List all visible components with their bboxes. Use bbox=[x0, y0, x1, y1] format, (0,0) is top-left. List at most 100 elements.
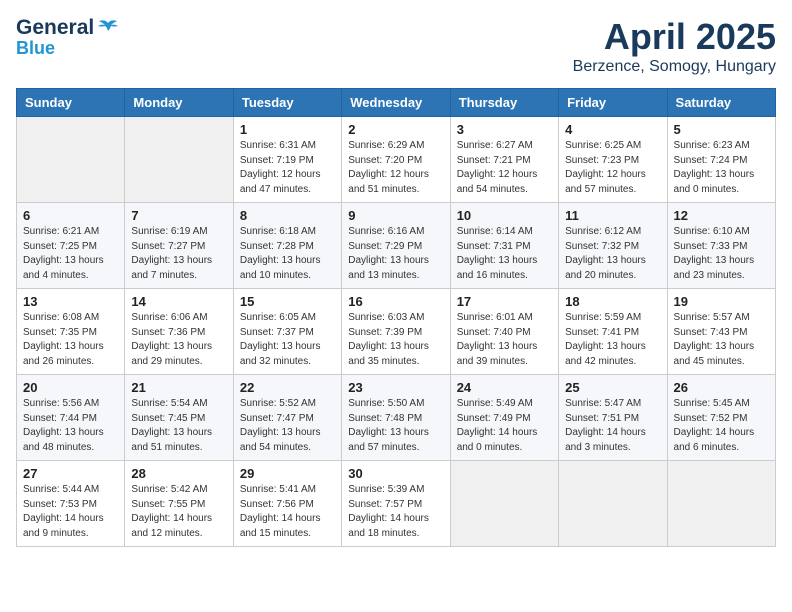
day-info: Sunrise: 6:25 AM Sunset: 7:23 PM Dayligh… bbox=[565, 139, 660, 197]
day-info: Sunrise: 6:31 AM Sunset: 7:19 PM Dayligh… bbox=[240, 139, 335, 197]
day-number: 4 bbox=[565, 122, 660, 137]
calendar-week-4: 20 Sunrise: 5:56 AM Sunset: 7:44 PM Dayli… bbox=[17, 375, 776, 461]
day-number: 24 bbox=[457, 380, 552, 395]
day-info: Sunrise: 6:10 AM Sunset: 7:33 PM Dayligh… bbox=[674, 225, 769, 283]
day-info: Sunrise: 5:42 AM Sunset: 7:55 PM Dayligh… bbox=[131, 483, 226, 541]
day-info: Sunrise: 6:03 AM Sunset: 7:39 PM Dayligh… bbox=[348, 311, 443, 369]
day-number: 9 bbox=[348, 208, 443, 223]
day-info: Sunrise: 6:18 AM Sunset: 7:28 PM Dayligh… bbox=[240, 225, 335, 283]
day-number: 13 bbox=[23, 294, 118, 309]
calendar-cell: 6 Sunrise: 6:21 AM Sunset: 7:25 PM Daylig… bbox=[17, 203, 125, 289]
calendar-cell: 26 Sunrise: 5:45 AM Sunset: 7:52 PM Dayli… bbox=[667, 375, 775, 461]
logo: General Blue bbox=[16, 16, 119, 57]
day-number: 3 bbox=[457, 122, 552, 137]
calendar-header-row: SundayMondayTuesdayWednesdayThursdayFrid… bbox=[17, 89, 776, 117]
day-info: Sunrise: 6:12 AM Sunset: 7:32 PM Dayligh… bbox=[565, 225, 660, 283]
calendar-cell: 8 Sunrise: 6:18 AM Sunset: 7:28 PM Daylig… bbox=[233, 203, 341, 289]
day-info: Sunrise: 5:54 AM Sunset: 7:45 PM Dayligh… bbox=[131, 397, 226, 455]
calendar-cell: 30 Sunrise: 5:39 AM Sunset: 7:57 PM Dayli… bbox=[342, 461, 450, 547]
day-info: Sunrise: 5:56 AM Sunset: 7:44 PM Dayligh… bbox=[23, 397, 118, 455]
calendar-cell: 15 Sunrise: 6:05 AM Sunset: 7:37 PM Dayli… bbox=[233, 289, 341, 375]
calendar-cell: 23Sunrise: 5:50 AM Sunset: 7:48 PM Dayli… bbox=[342, 375, 450, 461]
weekday-header-tuesday: Tuesday bbox=[233, 89, 341, 117]
calendar-cell: 3 Sunrise: 6:27 AM Sunset: 7:21 PM Daylig… bbox=[450, 117, 558, 203]
day-info: Sunrise: 5:41 AM Sunset: 7:56 PM Dayligh… bbox=[240, 483, 335, 541]
day-number: 7 bbox=[131, 208, 226, 223]
day-number: 5 bbox=[674, 122, 769, 137]
day-info: Sunrise: 5:45 AM Sunset: 7:52 PM Dayligh… bbox=[674, 397, 769, 455]
calendar-cell: 28 Sunrise: 5:42 AM Sunset: 7:55 PM Dayli… bbox=[125, 461, 233, 547]
day-info: Sunrise: 6:05 AM Sunset: 7:37 PM Dayligh… bbox=[240, 311, 335, 369]
day-number: 23 bbox=[348, 380, 443, 395]
calendar-cell: 9 Sunrise: 6:16 AM Sunset: 7:29 PM Daylig… bbox=[342, 203, 450, 289]
page-header: General Blue April 2025 Berzence, Somogy… bbox=[16, 16, 776, 76]
day-info: Sunrise: 5:59 AM Sunset: 7:41 PM Dayligh… bbox=[565, 311, 660, 369]
day-info: Sunrise: 5:49 AM Sunset: 7:49 PM Dayligh… bbox=[457, 397, 552, 455]
calendar-week-3: 13Sunrise: 6:08 AM Sunset: 7:35 PM Dayli… bbox=[17, 289, 776, 375]
day-number: 17 bbox=[457, 294, 552, 309]
day-number: 19 bbox=[674, 294, 769, 309]
day-number: 30 bbox=[348, 466, 443, 481]
day-info: Sunrise: 5:57 AM Sunset: 7:43 PM Dayligh… bbox=[674, 311, 769, 369]
weekday-header-wednesday: Wednesday bbox=[342, 89, 450, 117]
calendar-cell: 27Sunrise: 5:44 AM Sunset: 7:53 PM Dayli… bbox=[17, 461, 125, 547]
title-block: April 2025 Berzence, Somogy, Hungary bbox=[573, 16, 776, 76]
day-number: 8 bbox=[240, 208, 335, 223]
calendar-cell: 13Sunrise: 6:08 AM Sunset: 7:35 PM Dayli… bbox=[17, 289, 125, 375]
weekday-header-sunday: Sunday bbox=[17, 89, 125, 117]
calendar-cell bbox=[17, 117, 125, 203]
calendar-cell: 22 Sunrise: 5:52 AM Sunset: 7:47 PM Dayli… bbox=[233, 375, 341, 461]
calendar-cell: 18Sunrise: 5:59 AM Sunset: 7:41 PM Dayli… bbox=[559, 289, 667, 375]
day-number: 29 bbox=[240, 466, 335, 481]
day-info: Sunrise: 6:01 AM Sunset: 7:40 PM Dayligh… bbox=[457, 311, 552, 369]
day-number: 26 bbox=[674, 380, 769, 395]
month-title: April 2025 bbox=[573, 16, 776, 58]
day-info: Sunrise: 6:21 AM Sunset: 7:25 PM Dayligh… bbox=[23, 225, 118, 283]
weekday-header-monday: Monday bbox=[125, 89, 233, 117]
day-info: Sunrise: 6:06 AM Sunset: 7:36 PM Dayligh… bbox=[131, 311, 226, 369]
calendar-week-1: 1 Sunrise: 6:31 AM Sunset: 7:19 PM Daylig… bbox=[17, 117, 776, 203]
day-number: 1 bbox=[240, 122, 335, 137]
weekday-header-thursday: Thursday bbox=[450, 89, 558, 117]
weekday-header-saturday: Saturday bbox=[667, 89, 775, 117]
calendar-cell: 14 Sunrise: 6:06 AM Sunset: 7:36 PM Dayli… bbox=[125, 289, 233, 375]
calendar-week-2: 6 Sunrise: 6:21 AM Sunset: 7:25 PM Daylig… bbox=[17, 203, 776, 289]
logo-general-text: General bbox=[16, 16, 94, 39]
calendar-cell: 29 Sunrise: 5:41 AM Sunset: 7:56 PM Dayli… bbox=[233, 461, 341, 547]
calendar-cell: 11 Sunrise: 6:12 AM Sunset: 7:32 PM Dayli… bbox=[559, 203, 667, 289]
day-info: Sunrise: 5:47 AM Sunset: 7:51 PM Dayligh… bbox=[565, 397, 660, 455]
logo-bird-icon bbox=[97, 19, 119, 35]
calendar-cell bbox=[125, 117, 233, 203]
day-number: 14 bbox=[131, 294, 226, 309]
day-number: 20 bbox=[23, 380, 118, 395]
day-number: 25 bbox=[565, 380, 660, 395]
calendar-cell: 21Sunrise: 5:54 AM Sunset: 7:45 PM Dayli… bbox=[125, 375, 233, 461]
day-number: 28 bbox=[131, 466, 226, 481]
day-number: 16 bbox=[348, 294, 443, 309]
calendar-cell: 24 Sunrise: 5:49 AM Sunset: 7:49 PM Dayli… bbox=[450, 375, 558, 461]
weekday-header-friday: Friday bbox=[559, 89, 667, 117]
day-info: Sunrise: 6:23 AM Sunset: 7:24 PM Dayligh… bbox=[674, 139, 769, 197]
day-info: Sunrise: 5:52 AM Sunset: 7:47 PM Dayligh… bbox=[240, 397, 335, 455]
day-info: Sunrise: 6:27 AM Sunset: 7:21 PM Dayligh… bbox=[457, 139, 552, 197]
calendar-cell bbox=[559, 461, 667, 547]
day-info: Sunrise: 5:44 AM Sunset: 7:53 PM Dayligh… bbox=[23, 483, 118, 541]
calendar-cell: 16 Sunrise: 6:03 AM Sunset: 7:39 PM Dayli… bbox=[342, 289, 450, 375]
calendar-cell: 12Sunrise: 6:10 AM Sunset: 7:33 PM Dayli… bbox=[667, 203, 775, 289]
day-number: 11 bbox=[565, 208, 660, 223]
day-info: Sunrise: 6:14 AM Sunset: 7:31 PM Dayligh… bbox=[457, 225, 552, 283]
day-info: Sunrise: 5:39 AM Sunset: 7:57 PM Dayligh… bbox=[348, 483, 443, 541]
calendar-cell: 1 Sunrise: 6:31 AM Sunset: 7:19 PM Daylig… bbox=[233, 117, 341, 203]
calendar-cell: 20 Sunrise: 5:56 AM Sunset: 7:44 PM Dayli… bbox=[17, 375, 125, 461]
calendar-cell bbox=[667, 461, 775, 547]
logo-blue-text: Blue bbox=[16, 39, 119, 57]
day-number: 22 bbox=[240, 380, 335, 395]
day-info: Sunrise: 6:16 AM Sunset: 7:29 PM Dayligh… bbox=[348, 225, 443, 283]
calendar-cell: 5 Sunrise: 6:23 AM Sunset: 7:24 PM Daylig… bbox=[667, 117, 775, 203]
day-info: Sunrise: 6:29 AM Sunset: 7:20 PM Dayligh… bbox=[348, 139, 443, 197]
calendar-cell: 17 Sunrise: 6:01 AM Sunset: 7:40 PM Dayli… bbox=[450, 289, 558, 375]
day-number: 15 bbox=[240, 294, 335, 309]
day-number: 6 bbox=[23, 208, 118, 223]
location-title: Berzence, Somogy, Hungary bbox=[573, 58, 776, 76]
calendar-week-5: 27Sunrise: 5:44 AM Sunset: 7:53 PM Dayli… bbox=[17, 461, 776, 547]
